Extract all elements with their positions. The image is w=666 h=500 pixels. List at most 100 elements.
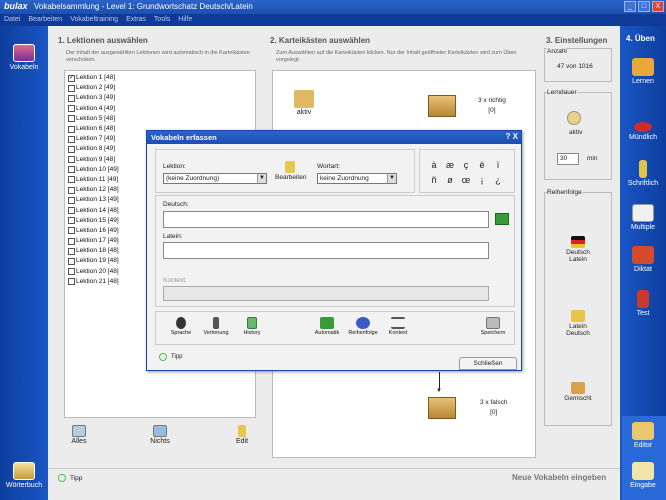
lesson-checkbox[interactable] <box>68 268 75 276</box>
lesson-item[interactable]: Lektion 3 [49] <box>68 93 252 103</box>
vertonung-button[interactable]: Vertonung <box>201 317 231 336</box>
close-button[interactable]: X <box>652 1 664 12</box>
menu-extras[interactable]: Extras <box>126 14 146 26</box>
sprache-button[interactable]: Sprache <box>167 317 195 336</box>
schliessen-button[interactable]: Schließen <box>459 357 517 370</box>
special-char-button[interactable]: ï <box>490 160 506 170</box>
speichern-button[interactable]: Speichern <box>477 317 509 336</box>
special-char-button[interactable]: æ <box>442 160 458 170</box>
lesson-checkbox[interactable] <box>68 125 75 133</box>
box-wrong-count: [0] <box>490 409 498 416</box>
menu-tools[interactable]: Tools <box>154 14 170 26</box>
lesson-item[interactable]: Lektion 5 [48] <box>68 114 252 124</box>
special-char-button[interactable]: ñ <box>426 175 442 185</box>
nav-test[interactable]: Test <box>620 290 666 317</box>
special-char-button[interactable]: à <box>426 160 442 170</box>
order-mixed-label: Gemischt <box>564 395 592 402</box>
lesson-label: Lektion 18 [48] <box>76 247 119 255</box>
lesson-checkbox[interactable] <box>68 207 75 215</box>
nav-muendlich-label: Mündlich <box>628 134 657 141</box>
lesson-checkbox[interactable] <box>68 105 75 113</box>
menu-bar: Datei Bearbeiten Vokabeltraining Extras … <box>0 14 666 26</box>
lesson-checkbox[interactable] <box>68 166 75 174</box>
nav-lernen[interactable]: Lernen <box>620 58 666 85</box>
menu-bearbeiten[interactable]: Bearbeiten <box>28 14 62 26</box>
lesson-checkbox[interactable] <box>68 227 75 235</box>
automatik-button[interactable]: Automatik <box>311 317 343 336</box>
kontext-button[interactable]: Kontext <box>385 317 411 336</box>
lesson-item[interactable]: Lektion 4 [49] <box>68 104 252 114</box>
tip-label[interactable]: Tipp <box>70 475 82 482</box>
select-none-icon <box>153 425 167 437</box>
active-toggle[interactable]: aktiv <box>290 90 318 116</box>
dialog-controls[interactable]: ? X <box>506 132 518 141</box>
left-nav <box>0 26 48 500</box>
lesson-checkbox[interactable] <box>68 196 75 204</box>
dialog-tip-label[interactable]: Tipp <box>171 354 182 360</box>
nav-eingabe[interactable]: Eingabe <box>620 462 666 489</box>
microphone-icon <box>213 317 219 329</box>
menu-hilfe[interactable]: Hilfe <box>178 14 192 26</box>
lesson-checkbox[interactable] <box>68 217 75 225</box>
lesson-checkbox[interactable] <box>68 247 75 255</box>
lektion-select[interactable]: (keine Zuordnung) ▼ <box>163 173 267 184</box>
lesson-checkbox[interactable] <box>68 94 75 102</box>
history-button[interactable]: History <box>239 317 265 336</box>
lesson-checkbox[interactable] <box>68 186 75 194</box>
clock-icon[interactable] <box>567 111 581 125</box>
save-icon <box>486 317 500 329</box>
nav-woerterbuch-label: Wörterbuch <box>5 482 43 489</box>
lesson-checkbox[interactable] <box>68 145 75 153</box>
lesson-checkbox[interactable] <box>68 115 75 123</box>
menu-vokabeltraining[interactable]: Vokabeltraining <box>70 14 118 26</box>
reihenfolge-button[interactable]: Reihenfolge <box>345 317 381 336</box>
menu-datei[interactable]: Datei <box>4 14 20 26</box>
wortart-select[interactable]: keine Zuordnung ▼ <box>317 173 397 184</box>
lesson-label: Lektion 21 [48] <box>76 277 119 285</box>
select-all-button[interactable]: Alles <box>68 425 90 445</box>
lesson-checkbox[interactable] <box>68 156 75 164</box>
transfer-arrow-icon[interactable] <box>495 213 509 225</box>
lesson-checkbox[interactable] <box>68 176 75 184</box>
lesson-item[interactable]: Lektion 2 [49] <box>68 83 252 93</box>
lesson-item[interactable]: ✓ Lektion 1 [48] <box>68 73 252 83</box>
lesson-checkbox[interactable] <box>68 278 75 286</box>
special-char-button[interactable]: ¡ <box>474 175 490 185</box>
lesson-label: Lektion 2 [49] <box>76 84 116 92</box>
box-correct-icon[interactable] <box>428 95 456 117</box>
nav-diktat[interactable]: Diktat <box>620 246 666 273</box>
lesson-checkbox[interactable] <box>68 135 75 143</box>
count-value: 47 von 1016 <box>557 63 593 70</box>
lesson-checkbox[interactable] <box>68 257 75 265</box>
special-char-button[interactable]: ç <box>458 160 474 170</box>
box-wrong-info: 3 x falsch [0] <box>480 399 507 416</box>
deutsch-input[interactable] <box>163 211 489 228</box>
minutes-value: 30 <box>560 155 568 162</box>
select-none-button[interactable]: Nichts <box>148 425 172 445</box>
order-la-de[interactable]: Latein Deutsch <box>560 310 596 337</box>
special-char-button[interactable]: ¿ <box>490 175 506 185</box>
kontext-input[interactable] <box>163 286 489 301</box>
bearbeiten-button[interactable]: Bearbeiten <box>275 161 306 181</box>
minutes-stepper[interactable]: 30 <box>557 153 579 165</box>
lesson-checkbox[interactable] <box>68 237 75 245</box>
nav-woerterbuch[interactable]: Wörterbuch <box>2 462 46 489</box>
lesson-checkbox[interactable] <box>68 84 75 92</box>
nav-multiple[interactable]: Multiple <box>620 204 666 231</box>
special-char-button[interactable]: œ <box>458 175 474 185</box>
edit-button[interactable]: Edit <box>232 425 252 445</box>
special-char-button[interactable]: ë <box>474 160 490 170</box>
special-char-button[interactable]: ø <box>442 175 458 185</box>
maximize-button[interactable]: □ <box>638 1 650 12</box>
box-wrong-icon[interactable] <box>428 397 456 419</box>
order-de-la[interactable]: Deutsch Latein <box>560 236 596 263</box>
latein-input[interactable] <box>163 242 489 259</box>
nav-vokabeln[interactable]: Vokabeln <box>2 44 46 71</box>
lesson-checkbox[interactable]: ✓ <box>68 74 75 82</box>
new-vocab-title: Neue Vokabeln eingeben <box>512 473 607 482</box>
nav-editor[interactable]: Editor <box>620 422 666 449</box>
order-mixed[interactable]: Gemischt <box>560 382 596 402</box>
nav-schriftlich[interactable]: Schriftlich <box>620 160 666 187</box>
minimize-button[interactable]: _ <box>624 1 636 12</box>
nav-muendlich[interactable]: Mündlich <box>620 118 666 141</box>
